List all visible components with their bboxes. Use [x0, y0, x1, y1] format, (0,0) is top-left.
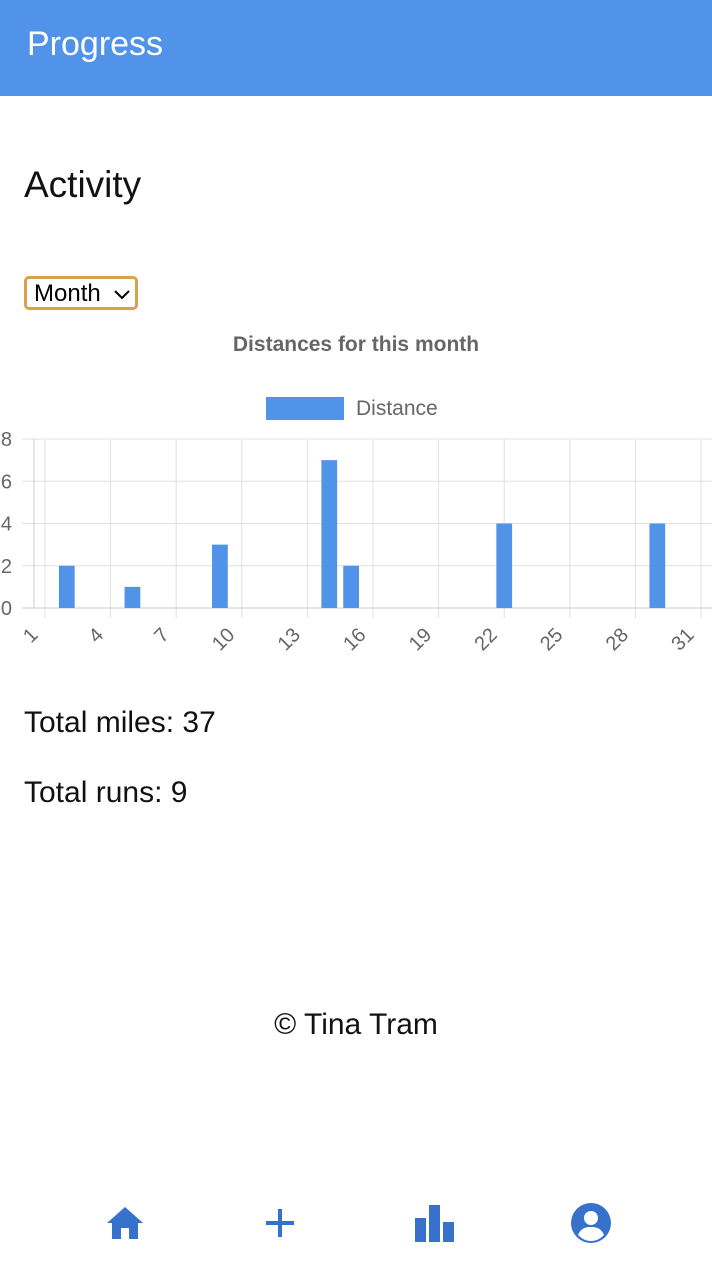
- account-circle-icon: [571, 1203, 611, 1243]
- app-title: Progress: [27, 25, 164, 63]
- range-select-value: Month: [34, 280, 101, 307]
- x-tick-label: 22: [470, 624, 501, 655]
- copyright-text: © Tina Tram: [274, 1008, 438, 1041]
- bar-day-15: [343, 565, 360, 608]
- y-tick-label: 8: [1, 429, 12, 451]
- nav-account-button[interactable]: [561, 1198, 621, 1248]
- bar-day-22: [496, 523, 513, 608]
- plus-icon: [266, 1209, 294, 1237]
- home-icon: [107, 1207, 143, 1239]
- bar-day-5: [124, 586, 141, 608]
- x-tick-label: 19: [405, 624, 436, 655]
- section-heading: Activity: [24, 164, 142, 205]
- nav-add-button[interactable]: [250, 1198, 310, 1248]
- app-bar: Progress: [0, 0, 712, 96]
- x-tick-label: 1: [19, 624, 42, 647]
- range-select[interactable]: Month: [24, 276, 138, 310]
- total-runs: Total runs: 9: [24, 776, 188, 809]
- y-tick-label: 2: [1, 556, 12, 578]
- total-miles: Total miles: 37: [24, 706, 216, 739]
- y-tick-label: 4: [1, 514, 12, 536]
- x-tick-label: 4: [85, 624, 108, 647]
- nav-home-button[interactable]: [95, 1198, 155, 1248]
- bar-day-14: [321, 460, 338, 608]
- legend-label: Distance: [356, 397, 438, 420]
- x-tick-label: 31: [667, 624, 698, 655]
- x-tick-label: 13: [274, 624, 305, 655]
- bar-day-2: [58, 565, 75, 608]
- x-tick-label: 25: [536, 624, 567, 655]
- bar-day-29: [649, 523, 666, 608]
- chart-title: Distances for this month: [233, 333, 479, 356]
- bar-day-9: [212, 544, 228, 608]
- bar-chart-icon: [415, 1205, 454, 1242]
- x-tick-label: 7: [150, 624, 173, 647]
- chevron-down-icon: [114, 290, 130, 300]
- x-tick-label: 16: [339, 624, 370, 655]
- y-tick-label: 6: [1, 471, 12, 493]
- y-tick-label: 0: [1, 598, 12, 620]
- bottom-navigation: [0, 1180, 712, 1280]
- legend-swatch: [266, 397, 344, 420]
- distance-chart: Distances for this month Distance 02468 …: [1, 333, 712, 655]
- x-tick-label: 10: [208, 624, 239, 655]
- nav-stats-button[interactable]: [405, 1198, 465, 1248]
- x-tick-label: 28: [602, 624, 633, 655]
